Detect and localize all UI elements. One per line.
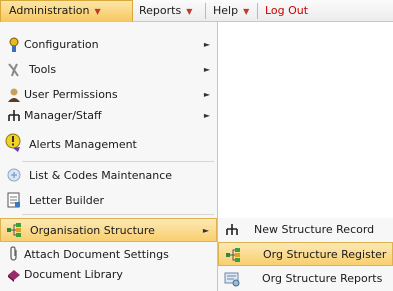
menu-divider <box>22 214 214 215</box>
hierarchy-icon <box>226 224 238 235</box>
submenu-item-label: New Structure Record <box>254 223 375 236</box>
menubar-separator <box>205 3 206 19</box>
org-structure-icon <box>226 248 240 262</box>
submenu-item-org-structure-reports[interactable]: Org Structure Reports <box>218 267 393 291</box>
menu-administration[interactable]: Administration ▼ <box>0 0 133 22</box>
chevron-down-icon: ▼ <box>243 7 250 16</box>
organisation-structure-submenu: New Structure Record Org Structure Regis… <box>218 218 393 291</box>
menu-item-label: Alerts Management <box>29 138 137 151</box>
report-icon <box>224 272 240 287</box>
menu-item-letter-builder[interactable]: Letter Builder <box>0 188 217 212</box>
org-structure-icon <box>7 223 21 237</box>
menu-help[interactable]: Help ▼ <box>207 0 257 21</box>
submenu-item-label: Org Structure Register <box>263 248 387 261</box>
menu-reports-label: Reports <box>139 4 182 17</box>
menu-item-label: List & Codes Maintenance <box>29 169 173 182</box>
menu-item-attach-document-settings[interactable]: Attach Document Settings <box>0 244 217 264</box>
list-codes-icon <box>7 168 21 182</box>
submenu-item-new-structure-record[interactable]: New Structure Record <box>218 218 393 242</box>
submenu-arrow-icon: ► <box>203 65 210 74</box>
menu-logout[interactable]: Log Out <box>259 0 319 21</box>
book-icon <box>8 270 20 282</box>
menu-administration-label: Administration <box>9 4 90 17</box>
user-permissions-icon <box>8 88 20 102</box>
menu-item-label: Manager/Staff <box>24 109 102 122</box>
letter-icon <box>7 192 20 208</box>
menu-item-tools[interactable]: Tools ► <box>0 59 217 81</box>
tools-icon <box>8 63 19 77</box>
menu-item-label: User Permissions <box>24 88 118 101</box>
menu-item-organisation-structure[interactable]: Organisation Structure ► <box>0 218 217 242</box>
configuration-icon <box>9 37 19 52</box>
submenu-item-org-structure-register[interactable]: Org Structure Register <box>218 242 393 266</box>
submenu-arrow-icon: ► <box>203 40 210 49</box>
chevron-down-icon: ▼ <box>94 7 101 16</box>
paperclip-icon <box>10 246 17 261</box>
submenu-arrow-icon: ► <box>203 111 210 120</box>
menubar: Administration ▼ Reports ▼ Help ▼ Log Out <box>0 0 393 22</box>
administration-dropdown: Configuration ► Tools ► User Permissions… <box>0 22 218 291</box>
submenu-item-label: Org Structure Reports <box>262 272 383 285</box>
menu-item-label: Attach Document Settings <box>24 248 169 261</box>
alert-icon <box>5 133 21 152</box>
menu-reports[interactable]: Reports ▼ <box>133 0 203 21</box>
menu-divider <box>22 161 214 162</box>
menu-item-list-codes[interactable]: List & Codes Maintenance <box>0 164 217 186</box>
menubar-separator <box>257 3 258 19</box>
menu-item-label: Organisation Structure <box>30 224 155 237</box>
menu-item-label: Document Library <box>24 268 123 281</box>
menu-item-document-library[interactable]: Document Library <box>0 265 217 285</box>
menu-item-label: Tools <box>29 63 57 76</box>
menu-item-label: Letter Builder <box>29 194 105 207</box>
menu-logout-label: Log Out <box>265 4 309 17</box>
menu-item-user-permissions[interactable]: User Permissions ► <box>0 85 217 105</box>
menu-help-label: Help <box>213 4 239 17</box>
menu-item-label: Configuration <box>24 38 99 51</box>
chevron-down-icon: ▼ <box>186 7 193 16</box>
submenu-arrow-icon: ► <box>203 90 210 99</box>
menu-item-configuration[interactable]: Configuration ► <box>0 35 217 55</box>
menu-item-manager-staff[interactable]: Manager/Staff ► <box>0 106 217 126</box>
submenu-arrow-icon: ► <box>202 226 209 235</box>
menu-item-alerts-management[interactable]: Alerts Management <box>0 130 217 158</box>
hierarchy-icon <box>8 110 20 121</box>
